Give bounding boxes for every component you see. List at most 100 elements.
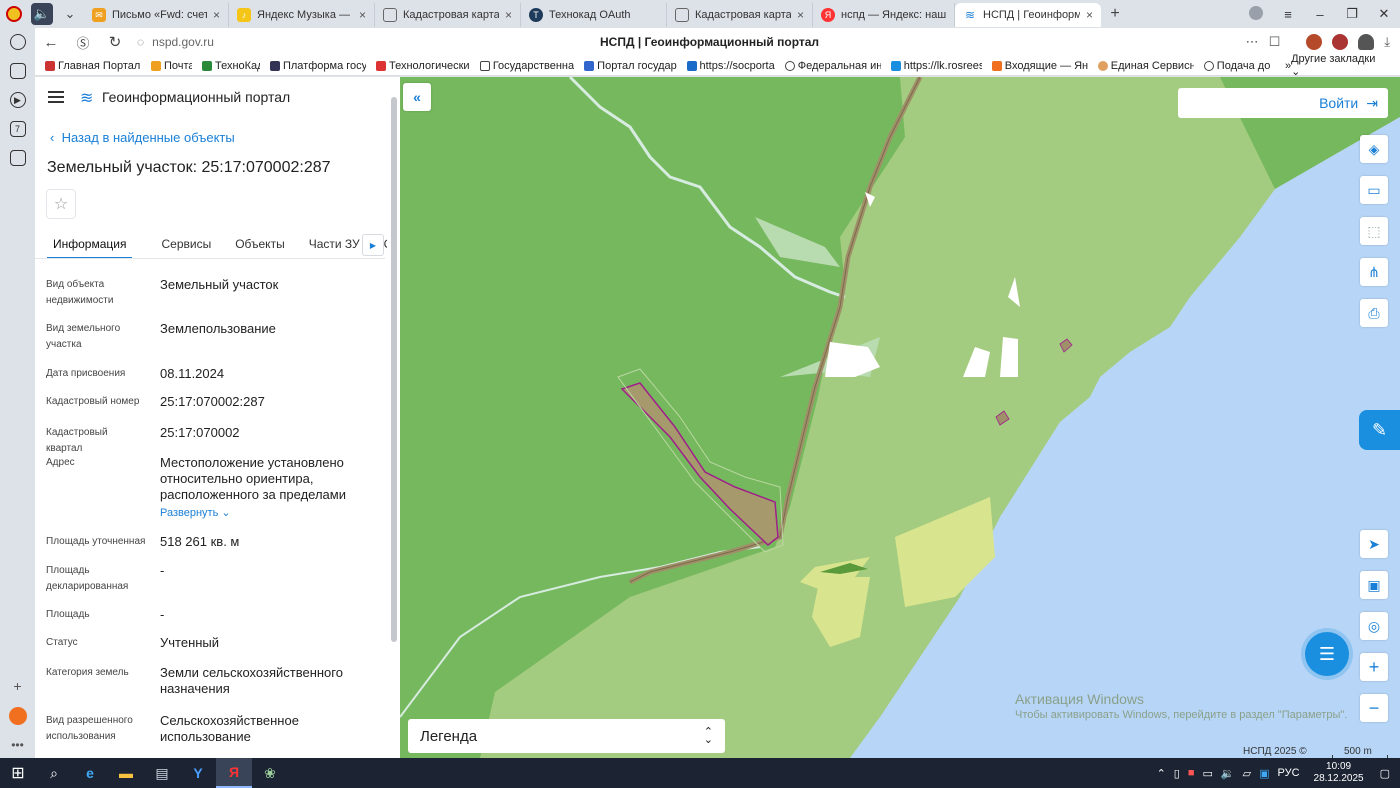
tab-close-icon[interactable]: × xyxy=(505,8,512,22)
select-area-icon[interactable]: ⬚ xyxy=(1360,217,1388,245)
bookmark-item[interactable]: Платформа госуд xyxy=(269,60,366,72)
back-to-results-link[interactable]: ‹ Назад в найденные объекты xyxy=(50,130,235,145)
share-icon[interactable]: ⋔ xyxy=(1360,258,1388,286)
layers-icon[interactable]: ◈ xyxy=(1360,135,1388,163)
tab-nspd[interactable]: ≋НСПД | Геоинформацио× xyxy=(955,3,1101,27)
more-options-icon[interactable]: ⋯ xyxy=(1246,34,1259,50)
keyboard-icon[interactable]: ▭ xyxy=(1203,767,1213,780)
bookmark-item[interactable]: https://lk.rosreest xyxy=(890,60,982,72)
tray-chevron-up-icon[interactable]: ⌃ xyxy=(1157,767,1166,780)
volume-icon[interactable]: 🔉 xyxy=(1221,767,1235,780)
login-button[interactable]: Войти ⇥ xyxy=(1178,88,1388,118)
support-widget-icon[interactable]: ✎ xyxy=(1359,410,1400,450)
tab-music[interactable]: ♪ Яндекс Музыка — с × xyxy=(229,3,375,27)
site-info-icon[interactable]: ◌ xyxy=(137,35,144,49)
expand-address-link[interactable]: Развернуть ⌄ xyxy=(160,505,370,521)
tab-information[interactable]: Информация xyxy=(47,233,133,259)
windows-start-icon[interactable]: ⊞ xyxy=(0,758,36,788)
geolocation-icon[interactable]: ➤ xyxy=(1360,530,1388,558)
yandex-browser-icon[interactable]: Y xyxy=(180,758,216,788)
tab-list-chevron-icon[interactable]: ⌄ xyxy=(56,0,84,28)
tab-technokad[interactable]: Т Технокад OAuth xyxy=(521,3,667,27)
reload-icon[interactable]: ↻ xyxy=(99,33,131,51)
extension-icon[interactable] xyxy=(1332,34,1349,50)
yandex-app-icon[interactable]: Я xyxy=(216,758,252,788)
search-icon[interactable]: ⌕ xyxy=(36,758,72,788)
print-icon[interactable]: ⎙ xyxy=(1360,299,1388,327)
internet-explorer-icon[interactable]: e xyxy=(72,758,108,788)
tab-services[interactable]: Сервисы xyxy=(155,233,217,259)
app-icon[interactable]: ❀ xyxy=(252,758,288,788)
windows-activation-title: Активация Windows xyxy=(1015,691,1145,707)
extension-icon[interactable] xyxy=(1306,34,1323,50)
bookmark-item[interactable]: https://socportal. xyxy=(686,60,775,72)
protect-icon[interactable]: Ⓢ xyxy=(67,33,99,52)
browser-logo-icon[interactable] xyxy=(0,0,28,28)
legend-toggle[interactable]: Легенда ⌃ ⌄ xyxy=(408,719,725,753)
notifications-icon[interactable]: ▢ xyxy=(1380,767,1390,780)
alice-icon[interactable] xyxy=(8,707,27,725)
download-icon[interactable]: ⤓ xyxy=(1384,34,1390,50)
bookmark-item[interactable]: Почта xyxy=(151,60,192,72)
bookmark-item[interactable]: Федеральная инф xyxy=(784,60,881,72)
minimize-icon[interactable]: – xyxy=(1304,7,1336,22)
tab-close-icon[interactable]: × xyxy=(1086,8,1093,22)
map-canvas[interactable]: « Войти ⇥ ◈ ▭ ⬚ ⋔ ⎙ ✎ ➤ ▣ ◎ + − ☰ Активац… xyxy=(400,77,1400,758)
app-tray-icon[interactable]: ▣ xyxy=(1259,767,1269,780)
bookmark-item[interactable]: Входящие — Янде xyxy=(991,60,1088,72)
sound-icon[interactable]: 🔈 xyxy=(31,3,53,25)
file-explorer-icon[interactable]: ▬ xyxy=(108,758,144,788)
bookmark-item[interactable]: Единая Сервисна xyxy=(1097,60,1194,72)
new-tab-button[interactable]: + xyxy=(1101,0,1129,28)
url-field[interactable]: nspd.gov.ru xyxy=(152,35,572,49)
tab-parts[interactable]: Части ЗУ xyxy=(303,233,366,259)
menu-hamburger-icon[interactable] xyxy=(48,91,64,103)
favorite-star-icon[interactable]: ☆ xyxy=(46,189,76,219)
bookmark-item[interactable]: Главная Портал З xyxy=(45,60,141,72)
extension-icon[interactable] xyxy=(1358,34,1375,50)
tab-close-icon[interactable]: × xyxy=(359,8,366,22)
clock[interactable]: 10:09 28.12.2025 xyxy=(1314,761,1364,785)
tab-mail[interactable]: ✉Письмо «Fwd: счет за дек× xyxy=(84,3,229,27)
panel-scrollbar[interactable] xyxy=(389,85,397,755)
history-icon[interactable] xyxy=(9,34,26,50)
language-indicator[interactable]: РУС xyxy=(1278,767,1300,779)
tabs-scroll-right-icon[interactable]: ▶ xyxy=(362,234,384,256)
bookmark-item[interactable]: Подача док xyxy=(1203,60,1271,72)
profile-icon[interactable] xyxy=(1240,5,1272,23)
zoom-in-button[interactable]: + xyxy=(1360,653,1388,681)
tab-cadastral-2[interactable]: Кадастровая карта Сибир× xyxy=(667,3,813,27)
bookmark-item[interactable]: Технологический xyxy=(375,60,470,72)
screenshot-icon[interactable] xyxy=(9,150,26,166)
bookmark-icon[interactable]: ☐ xyxy=(1269,34,1281,50)
collections-icon[interactable] xyxy=(9,63,26,79)
video-icon[interactable]: ▶ xyxy=(9,92,26,108)
tab-yandex-search[interactable]: Янспд — Яндекс: нашлось xyxy=(813,3,955,27)
tab-close-icon[interactable]: × xyxy=(213,8,220,22)
other-bookmarks[interactable]: Другие закладки ⌄ xyxy=(1291,53,1382,78)
location-search-icon[interactable]: ◎ xyxy=(1360,612,1388,640)
bookmark-item[interactable]: Портал государс xyxy=(584,60,677,72)
usb-icon[interactable]: ▯ xyxy=(1174,767,1180,780)
more-icon[interactable]: ••• xyxy=(11,738,24,752)
tab-cadastral-1[interactable]: Кадастровая карта Сибир× xyxy=(375,3,521,27)
close-window-icon[interactable]: ✕ xyxy=(1368,6,1400,22)
antivirus-icon[interactable]: ■ xyxy=(1188,767,1195,779)
scrollbar-thumb[interactable] xyxy=(391,97,397,642)
zoom-out-button[interactable]: − xyxy=(1360,694,1388,722)
bookmark-item[interactable]: Государственная xyxy=(479,60,574,72)
chat-bubble-icon[interactable]: ☰ xyxy=(1305,632,1349,676)
tab-objects[interactable]: Объекты xyxy=(229,233,291,259)
ruler-icon[interactable]: ▭ xyxy=(1360,176,1388,204)
tab-close-icon[interactable]: × xyxy=(797,8,804,22)
back-arrow-icon[interactable]: ← xyxy=(35,34,67,51)
menu-icon[interactable]: ≡ xyxy=(1272,7,1304,22)
collapse-panel-button[interactable]: « xyxy=(403,83,431,111)
app-icon[interactable]: ▤ xyxy=(144,758,180,788)
network-icon[interactable]: ▱ xyxy=(1243,767,1251,780)
bookmark-item[interactable]: ТехноКад xyxy=(201,60,260,72)
maximize-icon[interactable]: ❐ xyxy=(1336,6,1368,22)
calendar-icon[interactable]: 7 xyxy=(9,121,26,137)
minimap-icon[interactable]: ▣ xyxy=(1360,571,1388,599)
add-icon[interactable]: + xyxy=(13,678,21,694)
